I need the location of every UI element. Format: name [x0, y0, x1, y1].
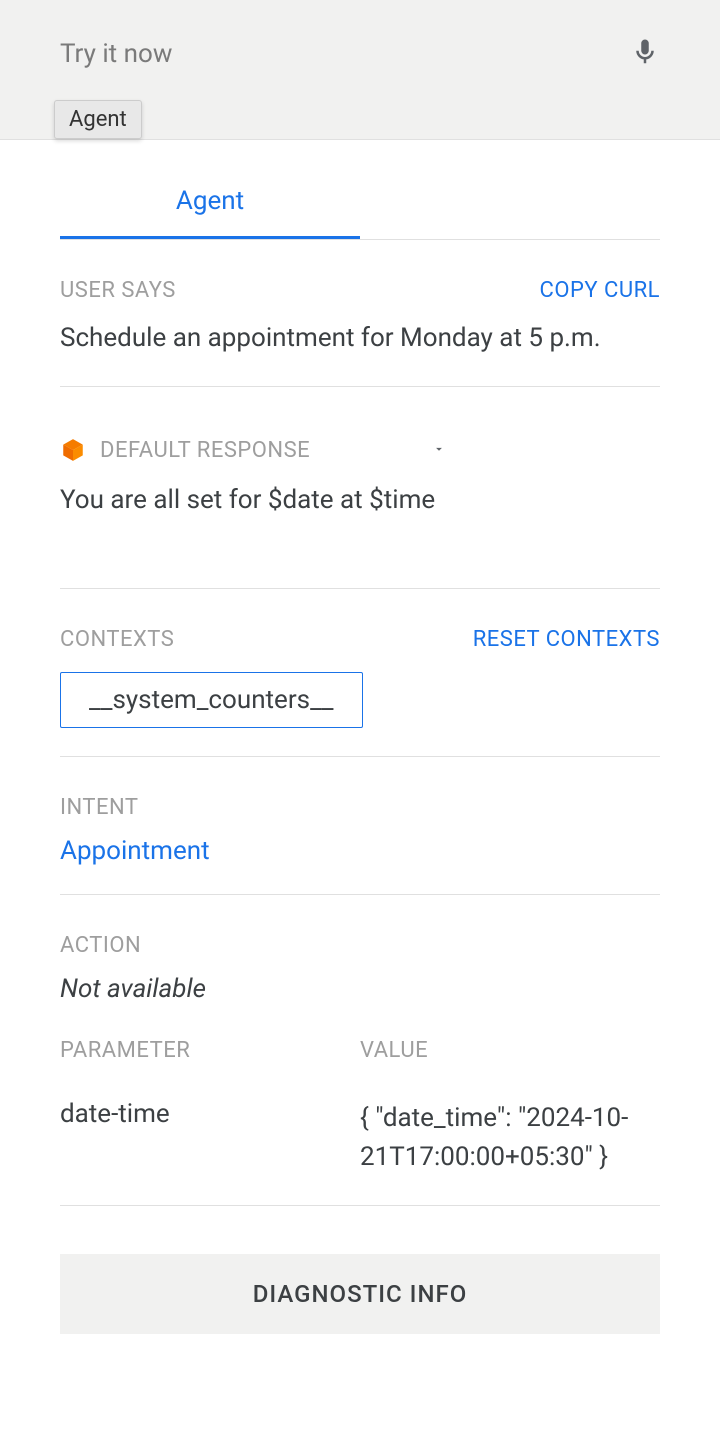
tab-bar: Agent: [60, 170, 660, 240]
copy-curl-link[interactable]: COPY CURL: [540, 278, 661, 303]
try-it-now-input[interactable]: Try it now: [60, 39, 172, 69]
contexts-section: CONTEXTS RESET CONTEXTS __system_counter…: [60, 589, 660, 757]
tab-agent[interactable]: Agent: [60, 170, 360, 239]
parameter-value: { "date_time": "2024-10-21T17:00:00+05:3…: [360, 1099, 660, 1177]
action-label: ACTION: [60, 933, 660, 958]
default-response-label: DEFAULT RESPONSE: [100, 438, 310, 463]
reset-contexts-link[interactable]: RESET CONTEXTS: [473, 627, 660, 652]
user-says-text: Schedule an appointment for Monday at 5 …: [60, 319, 660, 358]
user-says-label: USER SAYS: [60, 278, 176, 303]
context-chip[interactable]: __system_counters__: [60, 672, 363, 728]
parameter-name: date-time: [60, 1099, 360, 1129]
microphone-icon[interactable]: [630, 32, 660, 76]
parameters-section: PARAMETER date-time VALUE { "date_time":…: [60, 1038, 660, 1206]
intent-label: INTENT: [60, 795, 660, 820]
user-says-section: USER SAYS COPY CURL Schedule an appointm…: [60, 240, 660, 387]
action-section: ACTION Not available: [60, 895, 660, 1004]
action-value: Not available: [60, 974, 660, 1004]
cube-icon: [60, 437, 86, 463]
intent-section: INTENT Appointment: [60, 757, 660, 895]
chevron-down-icon[interactable]: [428, 440, 450, 461]
response-text: You are all set for $date at $time: [60, 481, 660, 520]
intent-value[interactable]: Appointment: [60, 836, 660, 866]
response-section: DEFAULT RESPONSE You are all set for $da…: [60, 387, 660, 589]
contexts-label: CONTEXTS: [60, 627, 174, 652]
value-header: VALUE: [360, 1038, 660, 1063]
diagnostic-info-button[interactable]: DIAGNOSTIC INFO: [60, 1254, 660, 1334]
header-bar: Try it now Agent: [0, 0, 720, 140]
agent-chip[interactable]: Agent: [54, 100, 142, 139]
parameter-header: PARAMETER: [60, 1038, 360, 1063]
